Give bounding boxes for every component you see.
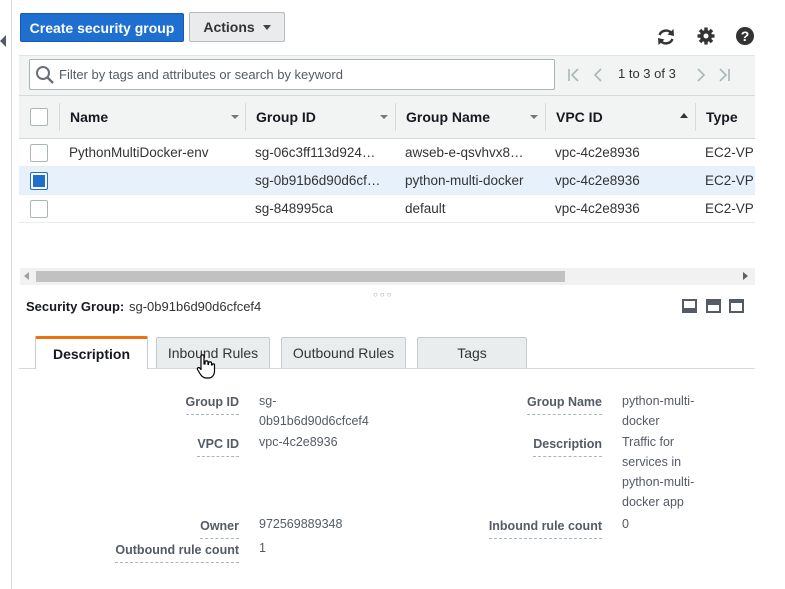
cell-group-id: sg-848995ca: [255, 201, 334, 216]
column-header-vpc-id[interactable]: VPC ID: [556, 109, 603, 125]
field-value-outbound-rule-count: 1: [259, 541, 266, 555]
cell-vpc-id: vpc-4c2e8936: [555, 173, 640, 188]
column-divider: [59, 103, 60, 131]
cell-group-id: sg-0b91b6d90d6cf…: [255, 173, 381, 188]
tab-tags[interactable]: Tags: [417, 337, 527, 368]
resize-handle-icon[interactable]: ○○○: [373, 290, 394, 299]
select-all-checkbox[interactable]: [30, 108, 48, 126]
actions-label: Actions: [203, 19, 255, 35]
sort-icon[interactable]: [380, 115, 388, 119]
cell-type: EC2-VP: [705, 201, 754, 216]
field-value-vpc-id: vpc-4c2e8936: [259, 435, 338, 449]
column-divider: [395, 103, 396, 131]
scroll-left-icon[interactable]: [24, 272, 29, 280]
help-icon[interactable]: ?: [734, 25, 756, 47]
cell-type: EC2-VP: [705, 145, 754, 160]
hand-cursor-icon: [196, 354, 216, 385]
column-divider: [545, 103, 546, 131]
tab-description[interactable]: Description: [35, 336, 148, 369]
security-group-label: Security Group:: [26, 299, 125, 314]
last-page-icon[interactable]: [716, 67, 732, 88]
field-label-group-id: Group ID: [185, 395, 239, 415]
pagination-text: 1 to 3 of 3: [618, 66, 676, 81]
field-label-owner: Owner: [200, 519, 239, 539]
column-divider: [695, 103, 696, 131]
sidebar-border: [11, 0, 12, 589]
cell-vpc-id: vpc-4c2e8936: [555, 201, 640, 216]
cell-group-id: sg-06c3ff113d924…: [255, 145, 376, 160]
search-placeholder: Filter by tags and attributes or search …: [59, 67, 343, 82]
cell-vpc-id: vpc-4c2e8936: [555, 145, 640, 160]
collapse-sidebar-icon[interactable]: [0, 35, 6, 47]
field-label-vpc-id: VPC ID: [197, 437, 239, 457]
column-header-group-name[interactable]: Group Name: [406, 109, 490, 125]
first-page-icon[interactable]: [566, 67, 582, 88]
field-value-owner: 972569889348: [259, 517, 343, 531]
search-icon: [35, 65, 55, 90]
svg-text:?: ?: [741, 28, 750, 44]
field-label-inbound-rule-count: Inbound rule count: [488, 519, 602, 539]
next-page-icon[interactable]: [694, 67, 708, 88]
tab-outbound-rules[interactable]: Outbound Rules: [281, 337, 406, 368]
pane-layout-bottom-icon[interactable]: [682, 299, 697, 313]
gear-icon[interactable]: [695, 25, 717, 47]
actions-button[interactable]: Actions: [189, 12, 285, 42]
cell-group-name: default: [405, 201, 446, 216]
field-value-group-id: sg- 0b91b6d90d6cfcef4: [259, 391, 369, 431]
group-name-line: python-multi-: [622, 394, 695, 408]
group-id-line: sg-: [259, 394, 277, 408]
description-line: docker app: [622, 495, 684, 509]
pane-layout-split-icon[interactable]: [706, 299, 721, 313]
create-security-group-button[interactable]: Create security group: [20, 13, 184, 42]
field-value-group-name: python-multi- docker: [622, 391, 694, 431]
group-id-line: 0b91b6d90d6cfcef4: [259, 414, 369, 428]
sort-ascending-icon[interactable]: [680, 113, 688, 118]
security-group-id: sg-0b91b6d90d6cfcef4: [129, 299, 262, 314]
previous-page-icon[interactable]: [591, 67, 605, 88]
cell-group-name: awseb-e-qsvhvx8…: [405, 145, 524, 160]
field-label-outbound-rule-count: Outbound rule count: [115, 543, 239, 563]
description-line: services in: [622, 455, 682, 469]
cell-name: PythonMultiDocker-env: [69, 145, 209, 160]
row-checkbox[interactable]: [30, 144, 48, 162]
field-label-group-name: Group Name: [526, 395, 602, 415]
column-header-group-id[interactable]: Group ID: [256, 109, 316, 125]
field-label-description: Description: [533, 437, 602, 457]
refresh-icon[interactable]: [655, 26, 677, 48]
sort-icon[interactable]: [231, 115, 239, 119]
row-checkbox[interactable]: [30, 172, 48, 190]
group-name-line: docker: [622, 414, 660, 428]
cell-group-name: python-multi-docker: [405, 173, 524, 188]
chevron-down-icon: [262, 24, 271, 30]
description-line: Traffic for: [622, 435, 675, 449]
sort-icon[interactable]: [530, 115, 538, 119]
field-value-description: Traffic for services in python-multi- do…: [622, 432, 694, 512]
column-divider: [245, 103, 246, 131]
scroll-right-icon[interactable]: [743, 272, 748, 280]
description-line: python-multi-: [622, 475, 695, 489]
field-value-inbound-rule-count: 0: [622, 517, 629, 531]
cell-type: EC2-VP: [705, 173, 754, 188]
row-checkbox[interactable]: [30, 200, 48, 218]
pane-layout-max-icon[interactable]: [729, 299, 744, 313]
scrollbar-thumb[interactable]: [36, 271, 565, 282]
column-header-type[interactable]: Type: [706, 109, 738, 125]
column-header-name[interactable]: Name: [70, 109, 108, 125]
